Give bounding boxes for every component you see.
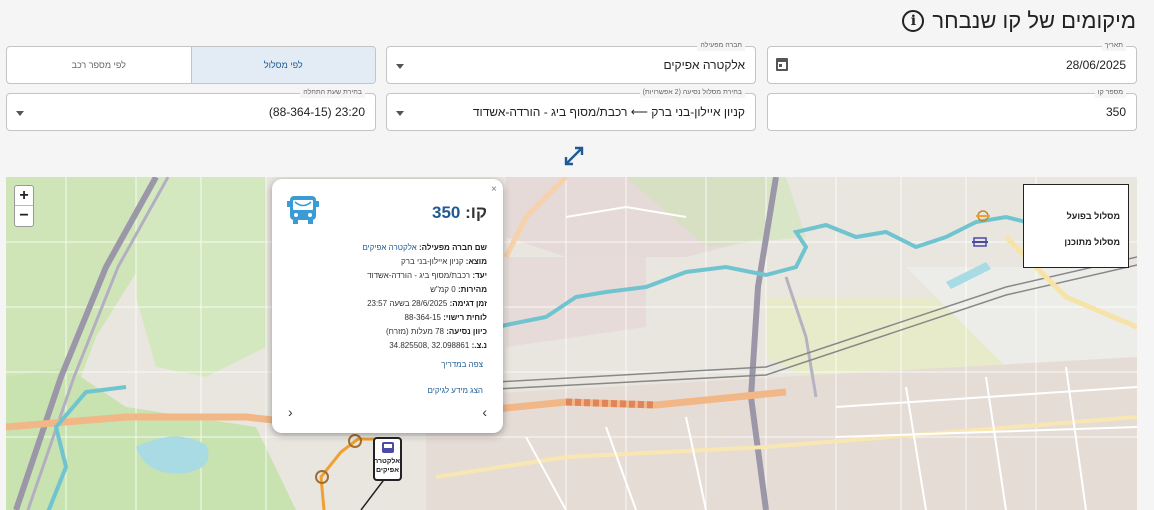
operator-select[interactable]: חברה מפעילה אלקטרה אפיקים (386, 41, 756, 84)
popup-coords-label: נ.צ.: (471, 341, 487, 350)
popup-sample-time-row: זמן דגימה: 28/6/2025 בשעה 23:57 (287, 297, 487, 311)
planned-route-icon (972, 237, 989, 247)
operator-label: חברה מפעילה (697, 41, 745, 51)
popup-origin-label: מוצא: (465, 257, 487, 266)
popup-destination-label: יעד: (472, 271, 487, 280)
popup-sample-time-label: זמן דגימה: (449, 299, 487, 308)
legend-planned-label: מסלול מתוכנן (1064, 237, 1120, 247)
popup-details: שם חברה מפעילה: אלקטרה אפיקים מוצא: קניו… (287, 241, 487, 353)
lawyer-info-link[interactable]: הצג מידע לגיקים (427, 386, 483, 395)
info-icon[interactable]: i (902, 10, 925, 32)
popup-direction-row: כיוון נסיעה: 78 מעלות (מזרח) (287, 325, 487, 339)
popup-line-value: 350 (431, 203, 461, 222)
popup-speed-row: מהירות: 0 קמ"ש (287, 283, 487, 297)
popup-operator-label: שם חברה מפעילה: (418, 243, 487, 252)
map-legend: מסלול בפועל מסלול מתוכנן (972, 184, 1129, 268)
next-arrow-icon[interactable]: › (482, 404, 487, 420)
bus-icon (287, 196, 319, 224)
search-mode-toggle: לפי מספר רכב לפי מסלול (6, 46, 376, 84)
line-number-field[interactable]: מספר קו 350 (767, 88, 1137, 131)
popup-speed-value: 0 קמ"ש (430, 285, 456, 294)
popup-direction-value: 78 מעלות (מזרח) (386, 327, 444, 336)
popup-sample-time-value: 28/6/2025 בשעה 23:57 (367, 299, 448, 308)
operator-value: אלקטרה אפיקים (663, 58, 745, 72)
map-tiles (6, 177, 1137, 510)
popup-destination-row: יעד: רכבת/מסוף ביג - הורדה-אשדוד (287, 269, 487, 283)
page: מיקומים של קו שנבחר i תאריך 28/06/2025 ח… (0, 0, 1154, 510)
popup-coords-row: נ.צ.: 32.098861 ,34.825508 (287, 339, 487, 353)
prev-arrow-icon[interactable]: ‹ (288, 404, 293, 420)
chevron-down-icon[interactable] (16, 111, 24, 116)
calendar-icon[interactable] (776, 58, 788, 71)
bus-marker-label: אלקטרה אפיקים (373, 458, 400, 474)
view-guide-link[interactable]: צפה במדריך (441, 360, 483, 369)
map[interactable]: + − מסלול בפועל מסלול מתוכנן × קו: 350 ש… (6, 177, 1137, 510)
popup-speed-label: מהירות: (457, 285, 487, 294)
chevron-down-icon[interactable] (396, 111, 404, 116)
title-row: מיקומים של קו שנבחר i (902, 8, 1136, 34)
start-time-value: 23:20 (88-364-15) (268, 105, 365, 119)
page-title: מיקומים של קו שנבחר (932, 8, 1136, 33)
date-field[interactable]: תאריך 28/06/2025 (767, 41, 1137, 84)
popup-origin-row: מוצא: קניון איילון-בני ברק (287, 255, 487, 269)
popup-coords-value: 32.098861 ,34.825508 (389, 341, 470, 350)
popup-direction-label: כיוון נסיעה: (446, 327, 487, 336)
popup-operator-value: אלקטרה אפיקים (362, 243, 417, 252)
zoom-out-button[interactable]: − (15, 206, 33, 226)
bus-marker-icon (382, 442, 394, 453)
date-label: תאריך (1101, 41, 1126, 51)
popup-plate-label: לוחית רישוי: (443, 313, 487, 322)
expand-icon[interactable] (563, 145, 585, 167)
start-time-select[interactable]: בחירת שעת התחלה 23:20 (88-364-15) (6, 88, 376, 131)
popup-destination-value: רכבת/מסוף ביג - הורדה-אשדוד (367, 271, 471, 280)
popup-operator-row: שם חברה מפעילה: אלקטרה אפיקים (287, 241, 487, 255)
by-route-button[interactable]: לפי מסלול (190, 47, 375, 83)
popup-plate-value: 88-364-15 (404, 313, 441, 322)
popup-line-title: קו: 350 (432, 203, 487, 223)
legend-planned-route: מסלול מתוכנן (972, 237, 1120, 247)
close-icon[interactable]: × (491, 184, 497, 195)
legend-actual-route: מסלול בפועל (975, 210, 1120, 222)
zoom-controls: + − (14, 185, 34, 227)
popup-origin-value: קניון איילון-בני ברק (401, 257, 464, 266)
actual-route-icon (975, 210, 990, 222)
by-vehicle-button[interactable]: לפי מספר רכב (7, 47, 191, 83)
start-time-label: בחירת שעת התחלה (300, 88, 365, 98)
line-number-value: 350 (1105, 105, 1126, 119)
zoom-in-button[interactable]: + (15, 186, 33, 206)
legend-actual-label: מסלול בפועל (1066, 211, 1120, 221)
bus-marker[interactable]: אלקטרה אפיקים (373, 437, 402, 481)
line-number-label: מספר קו (1094, 88, 1126, 98)
chevron-down-icon[interactable] (396, 64, 404, 69)
popup-line-label: קו: (465, 203, 487, 222)
route-select[interactable]: בחירת מסלול נסיעה (2 אפשרויות) קניון איי… (386, 88, 756, 131)
popup-plate-row: לוחית רישוי: 88-364-15 (287, 311, 487, 325)
route-label: בחירת מסלול נסיעה (2 אפשרויות) (639, 88, 745, 98)
route-value: קניון איילון-בני ברק ⟵ רכבת/מסוף ביג - ה… (472, 105, 745, 119)
bus-info-popup: × קו: 350 שם חברה מפעילה: אלקטרה אפיקים … (272, 179, 503, 433)
date-value: 28/06/2025 (1065, 58, 1126, 72)
